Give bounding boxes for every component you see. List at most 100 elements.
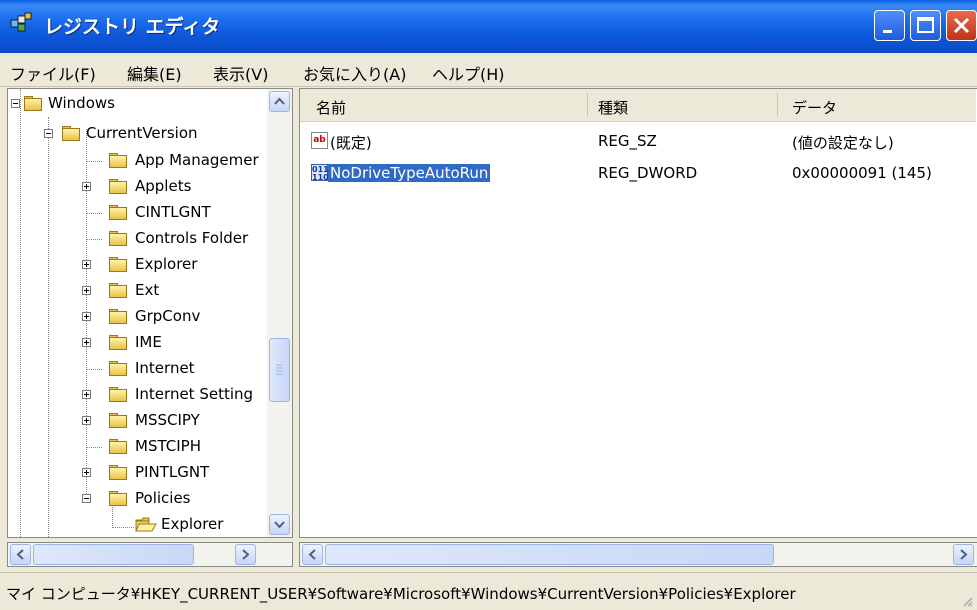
folder-icon: [109, 387, 127, 402]
close-button[interactable]: [946, 10, 977, 41]
collapse-toggle[interactable]: [44, 129, 53, 138]
tree-item-grpconv[interactable]: GrpConv: [135, 307, 200, 325]
chevron-down-icon: [274, 521, 285, 529]
expand-toggle[interactable]: [82, 416, 91, 425]
scroll-right-button[interactable]: [953, 544, 974, 565]
tree-item-cintlgnt[interactable]: CINTLGNT: [135, 203, 211, 221]
tree-branch-line: [86, 239, 102, 240]
binary-value-icon: 011 110: [311, 164, 329, 182]
scroll-right-button[interactable]: [235, 544, 256, 565]
expand-toggle[interactable]: [82, 286, 91, 295]
tree-item-policies-explorer[interactable]: Explorer: [161, 515, 223, 533]
expand-toggle[interactable]: [82, 182, 91, 191]
menu-favorites[interactable]: お気に入り(A): [303, 61, 406, 85]
value-name: NoDriveTypeAutoRun: [328, 164, 491, 182]
tree-item-windows[interactable]: Windows: [48, 94, 115, 112]
maximize-button[interactable]: [910, 10, 941, 41]
tree-horizontal-scrollbar[interactable]: [7, 542, 293, 567]
column-header-type[interactable]: 種類: [588, 89, 778, 122]
value-data: (値の設定なし): [792, 134, 894, 152]
column-header-name[interactable]: 名前: [300, 89, 588, 122]
tree-item-app-management[interactable]: App Managemer: [135, 151, 259, 169]
maximize-icon: [917, 17, 934, 33]
tree-item-applets[interactable]: Applets: [135, 177, 191, 195]
menu-help[interactable]: ヘルプ(H): [432, 61, 505, 85]
tree-item-explorer[interactable]: Explorer: [135, 255, 197, 273]
column-header-type-label: 種類: [598, 99, 629, 117]
folder-icon: [109, 413, 127, 428]
tree-vertical-scrollbar[interactable]: [267, 89, 292, 537]
menu-file[interactable]: ファイル(F): [10, 61, 96, 85]
list-horizontal-scrollbar[interactable]: [299, 542, 977, 567]
scroll-thumb[interactable]: [33, 544, 194, 565]
open-folder-icon: [135, 517, 157, 532]
expand-toggle[interactable]: [82, 260, 91, 269]
minimize-button[interactable]: [874, 10, 905, 41]
folder-icon: [109, 231, 127, 246]
folder-icon: [109, 179, 127, 194]
folder-icon: [109, 257, 127, 272]
tree-item-ime[interactable]: IME: [135, 333, 162, 351]
resize-grip-icon[interactable]: [961, 595, 973, 607]
list-row[interactable]: 011 110 NoDriveTypeAutoRun REG_DWORD 0x00…: [300, 161, 976, 185]
value-list-pane[interactable]: 名前 種類 データ ab (既定) REG_SZ (値の設定なし) 011 110…: [299, 88, 977, 538]
grip-icon: [276, 364, 283, 375]
tree-item-msscipy[interactable]: MSSCIPY: [135, 411, 200, 429]
menu-view[interactable]: 表示(V): [213, 61, 268, 85]
expand-toggle[interactable]: [82, 338, 91, 347]
title-bar[interactable]: レジストリ エディタ: [0, 0, 977, 53]
tree-branch-line: [86, 213, 102, 214]
tree-item-currentversion[interactable]: CurrentVersion: [86, 124, 198, 142]
expand-toggle[interactable]: [82, 468, 91, 477]
close-icon: [953, 17, 970, 34]
column-header-data[interactable]: データ: [778, 89, 976, 122]
status-bar: マイ コンピュータ¥HKEY_CURRENT_USER¥Software¥Mic…: [0, 572, 977, 610]
folder-icon: [109, 283, 127, 298]
tree-branch-line: [86, 447, 102, 448]
tree-item-internet-settings[interactable]: Internet Setting: [135, 385, 253, 403]
tree-item-controls-folder[interactable]: Controls Folder: [135, 229, 248, 247]
folder-icon: [109, 205, 127, 220]
tree-branch-line: [112, 527, 134, 528]
value-name: (既定): [330, 134, 372, 152]
scroll-thumb[interactable]: [325, 544, 774, 565]
chevron-up-icon: [274, 97, 285, 105]
minimize-icon: [883, 30, 892, 33]
chevron-left-icon: [308, 549, 316, 560]
tree-item-mstciph[interactable]: MSTCIPH: [135, 437, 201, 455]
expand-toggle[interactable]: [82, 390, 91, 399]
scroll-down-button[interactable]: [269, 514, 290, 535]
folder-icon: [109, 361, 127, 376]
scroll-left-button[interactable]: [302, 544, 323, 565]
tree-branch-line: [86, 369, 102, 370]
folder-icon: [109, 439, 127, 454]
folder-icon: [62, 126, 80, 141]
menu-edit[interactable]: 編集(E): [127, 61, 182, 85]
scroll-left-button[interactable]: [10, 544, 31, 565]
tree-guide-line: [20, 89, 21, 537]
folder-icon: [109, 335, 127, 350]
list-row[interactable]: ab (既定) REG_SZ (値の設定なし): [300, 129, 976, 153]
folder-icon: [109, 491, 127, 506]
menu-bar: ファイル(F) 編集(E) 表示(V) お気に入り(A) ヘルプ(H): [0, 53, 977, 87]
value-data: 0x00000091 (145): [792, 164, 932, 182]
tree-guide-line: [48, 117, 49, 537]
scroll-thumb[interactable]: [269, 338, 290, 402]
column-header-name-label: 名前: [316, 99, 347, 117]
status-path: マイ コンピュータ¥HKEY_CURRENT_USER¥Software¥Mic…: [6, 585, 796, 603]
key-tree-pane[interactable]: Windows CurrentVersion App Managemer App…: [7, 88, 293, 538]
registry-editor-window: レジストリ エディタ ファイル(F) 編集(E) 表示(V) お気に入り(A) …: [0, 0, 977, 610]
tree-item-internet[interactable]: Internet: [135, 359, 195, 377]
folder-icon: [109, 309, 127, 324]
expand-toggle[interactable]: [82, 312, 91, 321]
value-type: REG_SZ: [598, 132, 657, 150]
collapse-toggle[interactable]: [11, 99, 20, 108]
tree-item-ext[interactable]: Ext: [135, 281, 159, 299]
collapse-toggle[interactable]: [82, 494, 91, 503]
tree-branch-line: [86, 161, 102, 162]
value-type: REG_DWORD: [598, 164, 698, 182]
tree-item-pintlgnt[interactable]: PINTLGNT: [135, 463, 209, 481]
scroll-up-button[interactable]: [269, 91, 290, 112]
tree-item-policies[interactable]: Policies: [135, 489, 190, 507]
string-value-icon: ab: [311, 132, 328, 149]
